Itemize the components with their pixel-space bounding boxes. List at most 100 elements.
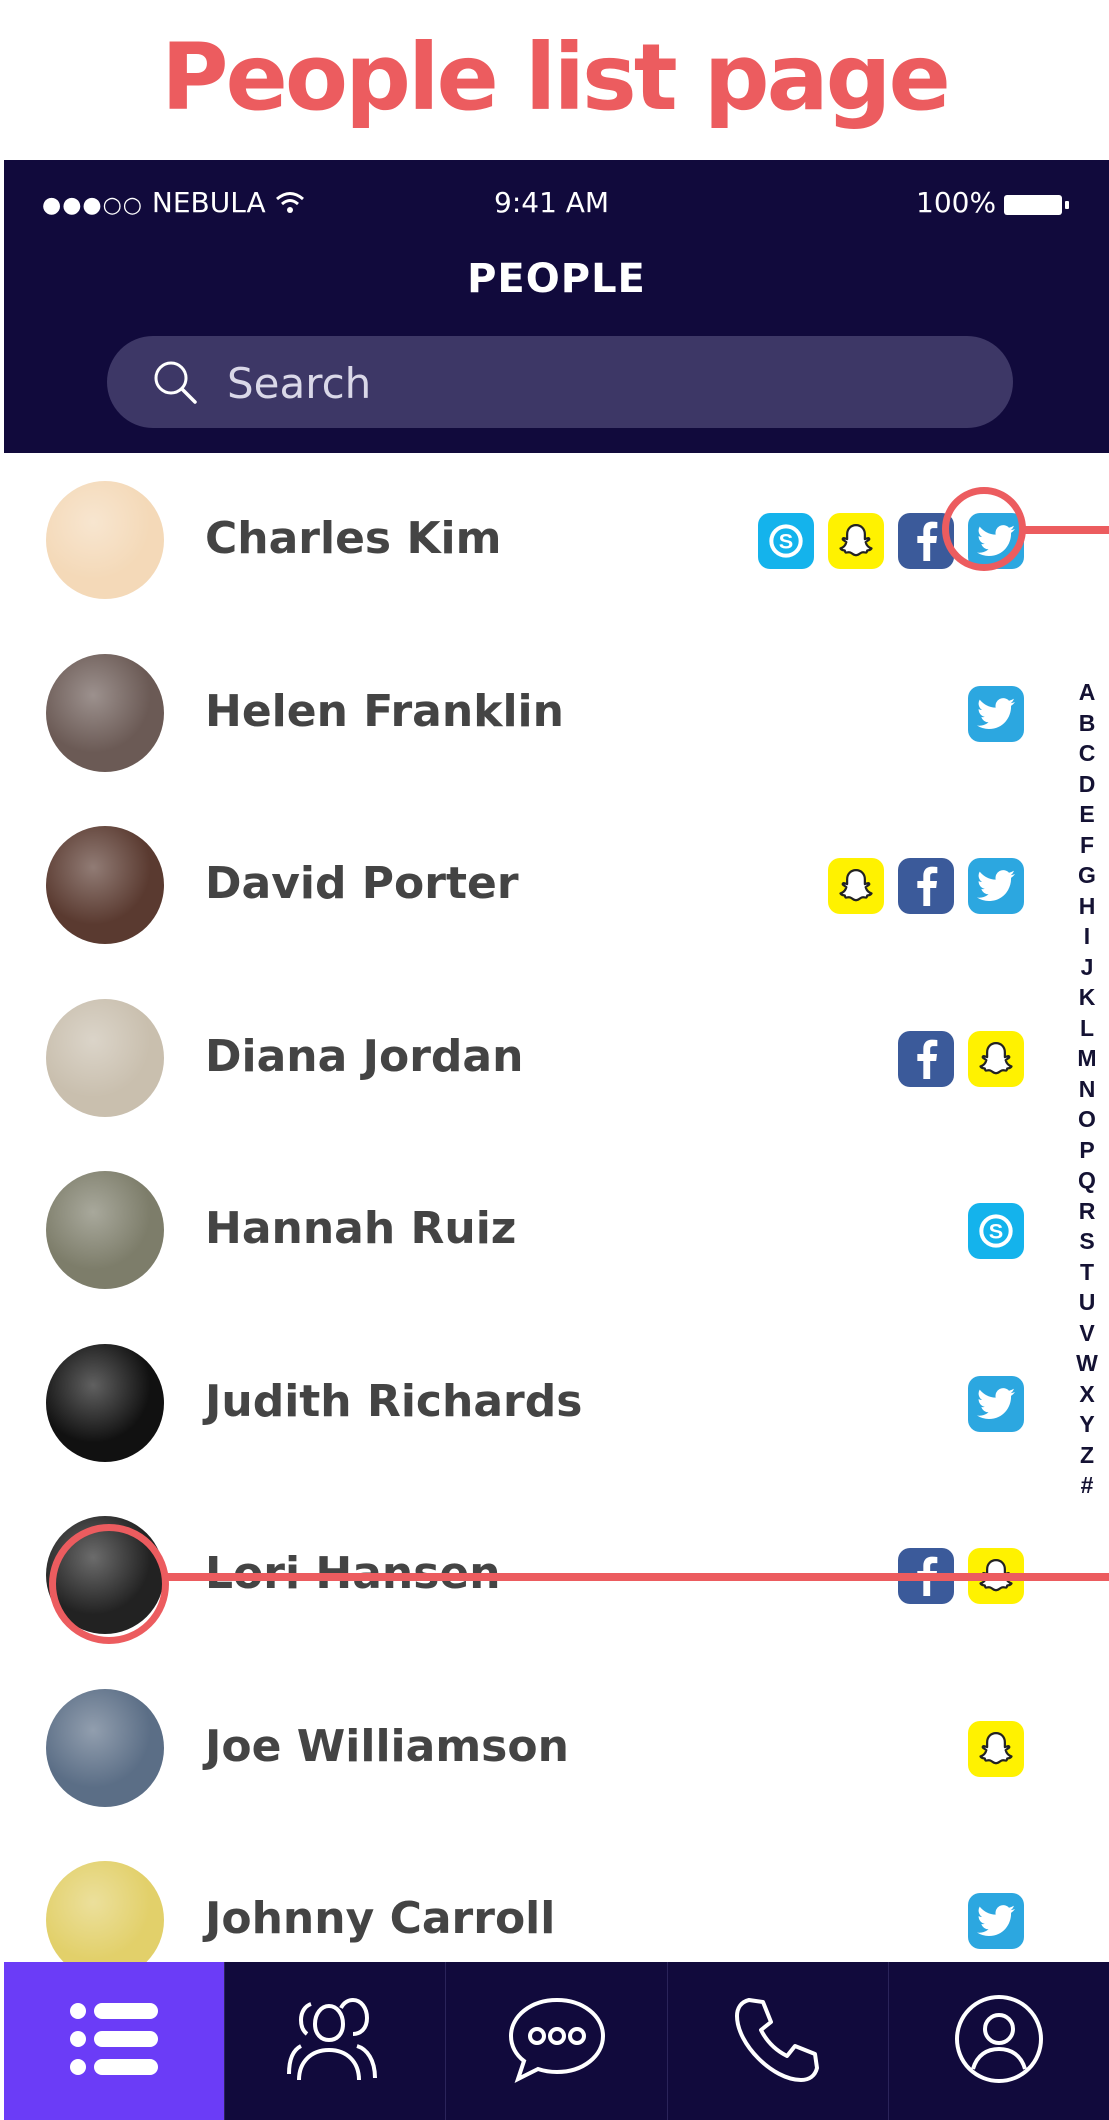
person-name: Joe Williamson [205, 1720, 569, 1772]
battery-icon [1004, 195, 1069, 215]
alphabet-index-letter[interactable]: Y [1071, 1409, 1103, 1440]
tab-phone[interactable] [666, 1962, 888, 2120]
callout-line-avatar [162, 1573, 1109, 1581]
social-icons [968, 1375, 1024, 1432]
person-name: Helen Franklin [205, 685, 564, 737]
chat-icon [505, 1994, 609, 2088]
phone-screen: ●●●○○ NEBULA 9:41 AM 100% PEOPLE Charles… [4, 160, 1109, 2120]
alphabet-index-letter[interactable]: F [1071, 830, 1103, 861]
avatar[interactable] [46, 653, 164, 772]
svg-text:S: S [989, 1219, 1003, 1244]
alphabet-index-letter[interactable]: E [1071, 799, 1103, 830]
list-item[interactable]: Charles Kim S [4, 453, 1044, 625]
alphabet-index-letter[interactable]: D [1071, 769, 1103, 800]
twitter-icon[interactable] [968, 685, 1024, 742]
tab-list[interactable] [4, 1962, 225, 2120]
highlight-ring-twitter [942, 487, 1026, 571]
list-item[interactable]: Judith Richards [4, 1316, 1044, 1488]
social-icons [968, 685, 1024, 742]
alphabet-index[interactable]: A B C D E F G H I J K L M N O P Q R S T U V W X Y Z # [1071, 677, 1103, 1501]
highlight-ring-avatar [49, 1524, 169, 1644]
snapchat-icon[interactable] [968, 1030, 1024, 1087]
profile-icon [953, 1993, 1045, 2089]
twitter-icon[interactable] [968, 858, 1024, 914]
social-icons [968, 1720, 1024, 1777]
avatar[interactable] [46, 826, 164, 944]
search-bar[interactable] [107, 336, 1013, 428]
search-input[interactable] [225, 352, 929, 414]
alphabet-index-letter[interactable]: V [1071, 1318, 1103, 1349]
app-header: ●●●○○ NEBULA 9:41 AM 100% PEOPLE [4, 160, 1109, 453]
signal-strength: ●●●○○ [42, 193, 143, 218]
alphabet-index-letter[interactable]: Q [1071, 1165, 1103, 1196]
avatar[interactable] [46, 1343, 164, 1462]
person-name: David Porter [205, 858, 519, 909]
page-title: PEOPLE [467, 256, 646, 302]
alphabet-index-letter[interactable]: C [1071, 738, 1103, 769]
alphabet-index-letter[interactable]: P [1071, 1135, 1103, 1166]
alphabet-index-letter[interactable]: R [1071, 1196, 1103, 1227]
search-icon [154, 361, 197, 404]
list-icon [68, 1999, 160, 2083]
list-item[interactable]: Joe Williamson [4, 1661, 1044, 1833]
alphabet-index-letter[interactable]: # [1071, 1470, 1103, 1501]
alphabet-index-letter[interactable]: U [1071, 1287, 1103, 1318]
callout-line-twitter [1022, 526, 1109, 534]
social-icons [968, 1893, 1024, 1949]
alphabet-index-letter[interactable]: O [1071, 1104, 1103, 1135]
alphabet-index-letter[interactable]: I [1071, 921, 1103, 952]
alphabet-index-letter[interactable]: L [1071, 1013, 1103, 1044]
twitter-icon[interactable] [968, 1893, 1024, 1949]
alphabet-index-letter[interactable]: H [1071, 891, 1103, 922]
facebook-icon[interactable] [898, 858, 954, 914]
list-item[interactable]: Hannah Ruiz S [4, 1143, 1044, 1315]
tab-chat[interactable] [445, 1962, 666, 2120]
alphabet-index-letter[interactable]: A [1071, 677, 1103, 708]
list-item[interactable]: Diana Jordan [4, 971, 1044, 1143]
alphabet-index-letter[interactable]: W [1071, 1348, 1103, 1379]
snapchat-icon[interactable] [828, 858, 884, 914]
person-name: Diana Jordan [205, 1030, 524, 1082]
twitter-icon[interactable] [968, 1375, 1024, 1432]
alphabet-index-letter[interactable]: K [1071, 982, 1103, 1013]
battery-percent: 100% [916, 186, 997, 219]
svg-text:S: S [779, 529, 793, 554]
avatar[interactable] [46, 1171, 164, 1289]
social-icons [828, 858, 1024, 914]
snapchat-icon[interactable] [968, 1720, 1024, 1777]
list-item[interactable]: David Porter [4, 798, 1044, 970]
carrier-info: ●●●○○ NEBULA [42, 186, 305, 219]
social-icons: S [968, 1203, 1024, 1259]
skype-icon[interactable]: S [968, 1203, 1024, 1259]
alphabet-index-letter[interactable]: B [1071, 708, 1103, 739]
avatar[interactable] [46, 481, 164, 599]
list-item[interactable]: Helen Franklin [4, 626, 1044, 798]
social-icons [898, 1030, 1024, 1087]
people-icon [285, 1994, 385, 2088]
alphabet-index-letter[interactable]: N [1071, 1074, 1103, 1105]
wifi-icon [275, 192, 304, 213]
alphabet-index-letter[interactable]: M [1071, 1043, 1103, 1074]
page-heading: People list page [161, 24, 951, 131]
tab-bar [4, 1962, 1109, 2120]
facebook-icon[interactable] [898, 1030, 954, 1087]
phone-icon [733, 1994, 823, 2088]
person-name: Charles Kim [205, 513, 502, 564]
person-name: Hannah Ruiz [205, 1203, 517, 1254]
carrier-name: NEBULA [151, 186, 266, 219]
avatar[interactable] [46, 1688, 164, 1807]
alphabet-index-letter[interactable]: S [1071, 1226, 1103, 1257]
alphabet-index-letter[interactable]: T [1071, 1257, 1103, 1288]
tab-people[interactable] [224, 1962, 445, 2120]
alphabet-index-letter[interactable]: J [1071, 952, 1103, 983]
alphabet-index-letter[interactable]: X [1071, 1379, 1103, 1410]
person-name: Judith Richards [205, 1375, 583, 1427]
snapchat-icon[interactable] [828, 513, 884, 569]
tab-profile[interactable] [887, 1962, 1109, 2120]
skype-icon[interactable]: S [758, 513, 814, 569]
status-bar: ●●●○○ NEBULA 9:41 AM 100% [4, 174, 1109, 234]
avatar[interactable] [46, 998, 164, 1117]
alphabet-index-letter[interactable]: Z [1071, 1440, 1103, 1471]
alphabet-index-letter[interactable]: G [1071, 860, 1103, 891]
status-time: 9:41 AM [494, 186, 610, 219]
